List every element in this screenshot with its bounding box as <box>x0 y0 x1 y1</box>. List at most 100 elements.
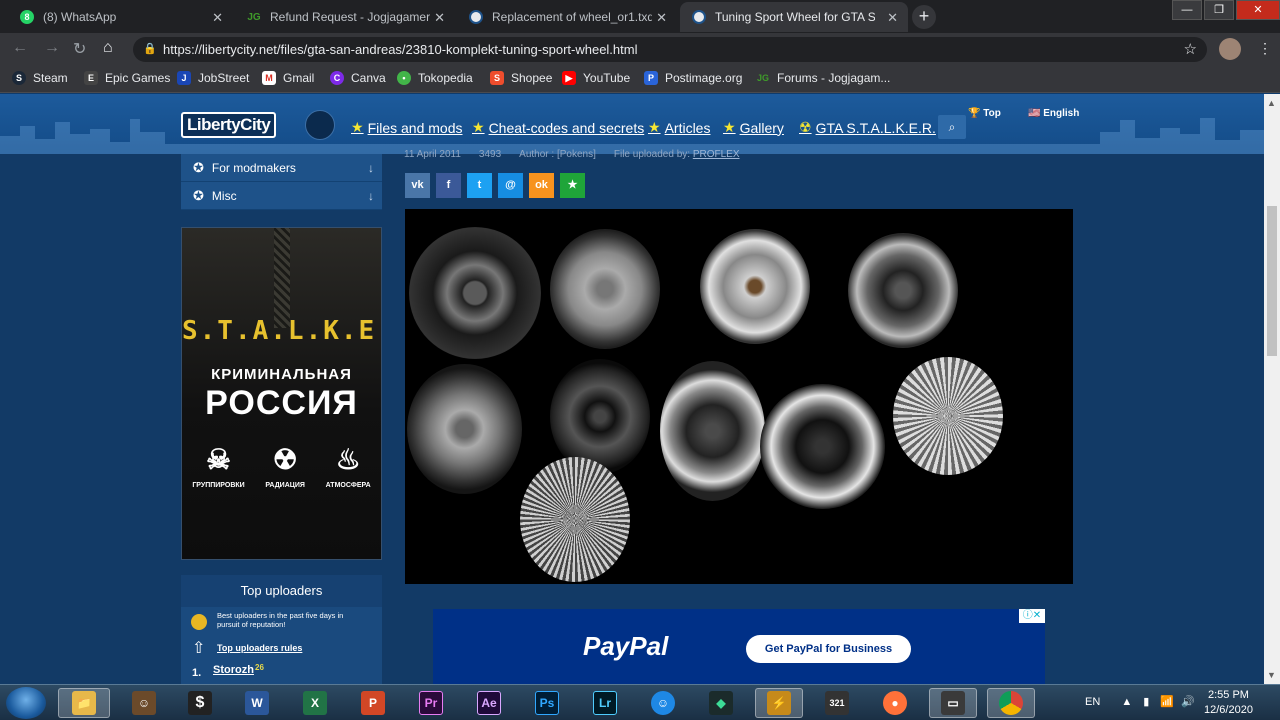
taskbar-lightroom[interactable]: Lr <box>581 688 629 718</box>
taskbar-clapper[interactable]: 321 <box>813 688 861 718</box>
scroll-thumb[interactable] <box>1267 206 1277 356</box>
battery-icon[interactable]: ▮ <box>1143 696 1149 708</box>
menu-icon[interactable]: ⋮ <box>1258 40 1272 57</box>
close-window-button[interactable]: ✕ <box>1236 0 1280 20</box>
sidebar-item-for-modmakers[interactable]: ✪ For modmakers ↓ <box>181 154 382 182</box>
user-avatar[interactable] <box>305 110 335 140</box>
bookmark-forums[interactable]: JG Forums - Jogjagam... <box>756 71 890 85</box>
mod-screenshot[interactable] <box>405 209 1073 584</box>
bookmark-label: Gmail <box>283 71 315 85</box>
paypal-ad[interactable]: ⓘ✕ PayPal Get PayPal for Business <box>433 609 1045 684</box>
bookmarks-bar: S Steam E Epic Games J JobStreet M Gmail C Ca… <box>0 65 1280 93</box>
taskbar-xodo[interactable]: ◆ <box>697 688 745 718</box>
uploader-rank: 1. <box>192 667 202 679</box>
bookmark-jobstreet[interactable]: J JobStreet <box>177 71 249 85</box>
nav-files-and-mods[interactable]: ★ Files and mods <box>351 119 463 136</box>
bookmark-star-icon[interactable]: ☆ <box>1184 37 1197 62</box>
bookmark-shopee[interactable]: S Shopee <box>490 71 552 85</box>
site-logo[interactable]: LibertyCity <box>181 112 277 138</box>
page-scrollbar[interactable]: ▲ ▼ <box>1264 94 1280 684</box>
bookmark-youtube[interactable]: ▶ YouTube <box>562 71 630 85</box>
new-tab-button[interactable]: + <box>912 5 936 29</box>
site-search-button[interactable]: ⌕ <box>938 115 966 139</box>
share-facebook-button[interactable]: f <box>436 173 461 198</box>
ad-choices-icon[interactable]: ⓘ✕ <box>1019 609 1045 623</box>
whatsapp-icon: 8 <box>20 10 34 24</box>
taskbar-chrome[interactable] <box>987 688 1035 718</box>
language-selector[interactable]: 🇺🇸 English <box>1028 108 1079 119</box>
top-uploaders-rules-link[interactable]: Top uploaders rules <box>217 643 302 653</box>
network-icon[interactable]: 📶 <box>1160 696 1174 708</box>
share-ok-button[interactable]: ok <box>529 173 554 198</box>
bookmark-tokopedia[interactable]: • Tokopedia <box>397 71 473 85</box>
bookmark-canva[interactable]: C Canva <box>330 71 386 85</box>
input-language[interactable]: EN <box>1085 696 1100 708</box>
sidebar-item-misc[interactable]: ✪ Misc ↓ <box>181 182 382 210</box>
start-button[interactable] <box>6 687 46 719</box>
taskbar-gta-sa[interactable]: $ <box>176 688 224 718</box>
bookmark-steam[interactable]: S Steam <box>12 71 68 85</box>
tab-replacement-wheel[interactable]: Replacement of wheel_or1.txd in ✕ <box>457 2 677 32</box>
category-icon: ✪ <box>193 187 204 203</box>
taskbar-word[interactable]: W <box>233 688 281 718</box>
taskbar-winamp[interactable]: ⚡ <box>755 688 803 718</box>
share-vk-button[interactable]: vk <box>405 173 430 198</box>
close-icon[interactable]: ✕ <box>212 10 223 26</box>
taskbar-after-effects[interactable]: Ae <box>465 688 513 718</box>
home-icon[interactable]: ⌂ <box>103 39 113 57</box>
share-twitter-button[interactable]: t <box>467 173 492 198</box>
back-icon[interactable]: ← <box>12 39 28 57</box>
tab-tuning-sport-wheel[interactable]: Tuning Sport Wheel for GTA San ✕ <box>680 2 908 32</box>
forward-icon[interactable]: → <box>44 39 60 57</box>
volume-icon[interactable]: 🔊 <box>1181 696 1195 708</box>
share-mail-button[interactable]: @ <box>498 173 523 198</box>
address-bar[interactable]: 🔒 https://libertycity.net/files/gta-san-… <box>133 37 1207 62</box>
tab-whatsapp[interactable]: 8 (8) WhatsApp ✕ <box>8 2 233 32</box>
scroll-down-icon[interactable]: ▼ <box>1267 670 1276 680</box>
tab-title: Refund Request - Jogjagamers C <box>270 10 430 24</box>
nav-articles[interactable]: ★ Articles <box>648 119 710 136</box>
radiation-icon: ☢ <box>799 119 812 135</box>
close-icon[interactable]: ✕ <box>656 10 667 26</box>
paypal-cta-button[interactable]: Get PayPal for Business <box>746 635 911 663</box>
banner-icon-label: РАДИАЦИЯ <box>265 482 305 489</box>
bookmark-gmail[interactable]: M Gmail <box>262 71 314 85</box>
nav-gallery[interactable]: ★ Gallery <box>723 119 784 136</box>
reload-icon[interactable]: ↻ <box>73 39 86 59</box>
taskbar-excel[interactable]: X <box>291 688 339 718</box>
taskbar-photoshop[interactable]: Ps <box>523 688 571 718</box>
bookmark-postimage[interactable]: P Postimage.org <box>644 71 742 85</box>
lock-icon[interactable]: 🔒 <box>143 37 157 62</box>
bookmark-epic-games[interactable]: E Epic Games <box>84 71 170 85</box>
nav-label: Files and mods <box>367 119 463 136</box>
taskbar-premiere[interactable]: Pr <box>407 688 455 718</box>
premiere-icon: Pr <box>419 691 443 715</box>
taskbar-firefox[interactable]: ● <box>871 688 919 718</box>
close-icon[interactable]: ✕ <box>434 10 445 26</box>
uploader-name-link[interactable]: Storozh <box>213 664 254 676</box>
clock-date: 12/6/2020 <box>1204 704 1253 716</box>
close-icon[interactable]: ✕ <box>887 10 898 26</box>
show-hidden-icons[interactable]: ▲ <box>1121 696 1132 708</box>
taskbar-game[interactable]: ☺ <box>120 688 168 718</box>
profile-avatar[interactable] <box>1219 38 1241 60</box>
stalker-ad-banner[interactable]: S.T.A.L.K.E.R. КРИМИНАЛЬНАЯ РОССИЯ ☠ ГРУП… <box>181 227 382 560</box>
clock[interactable]: 2:55 PM 12/6/2020 <box>1204 688 1253 718</box>
bookmark-label: Steam <box>33 71 68 85</box>
system-tray: EN ▲ ▮ 📶 🔊 <box>1085 695 1195 708</box>
taskbar-helper[interactable]: ☺ <box>639 688 687 718</box>
taskbar-explorer[interactable]: 📁 <box>58 688 110 718</box>
favorite-star-button[interactable]: ★ <box>560 173 585 198</box>
top-link[interactable]: 🏆 Top <box>968 108 1001 119</box>
nav-cheat-codes[interactable]: ★ Cheat-codes and secrets <box>472 119 644 136</box>
scroll-up-icon[interactable]: ▲ <box>1267 98 1276 108</box>
uploader-link[interactable]: PROFLEX <box>693 149 740 160</box>
tab-refund-request[interactable]: JG Refund Request - Jogjagamers C ✕ <box>235 2 455 32</box>
bookmark-label: Shopee <box>511 71 553 85</box>
taskbar-powerpoint[interactable]: P <box>349 688 397 718</box>
minimize-button[interactable]: — <box>1172 0 1202 20</box>
restore-button[interactable]: ❐ <box>1204 0 1234 20</box>
skull-icon: ☠ <box>205 444 232 475</box>
nav-gta-stalker[interactable]: ☢ GTA S.T.A.L.K.E.R. <box>799 119 936 136</box>
taskbar-monitor[interactable]: ▭ <box>929 688 977 718</box>
